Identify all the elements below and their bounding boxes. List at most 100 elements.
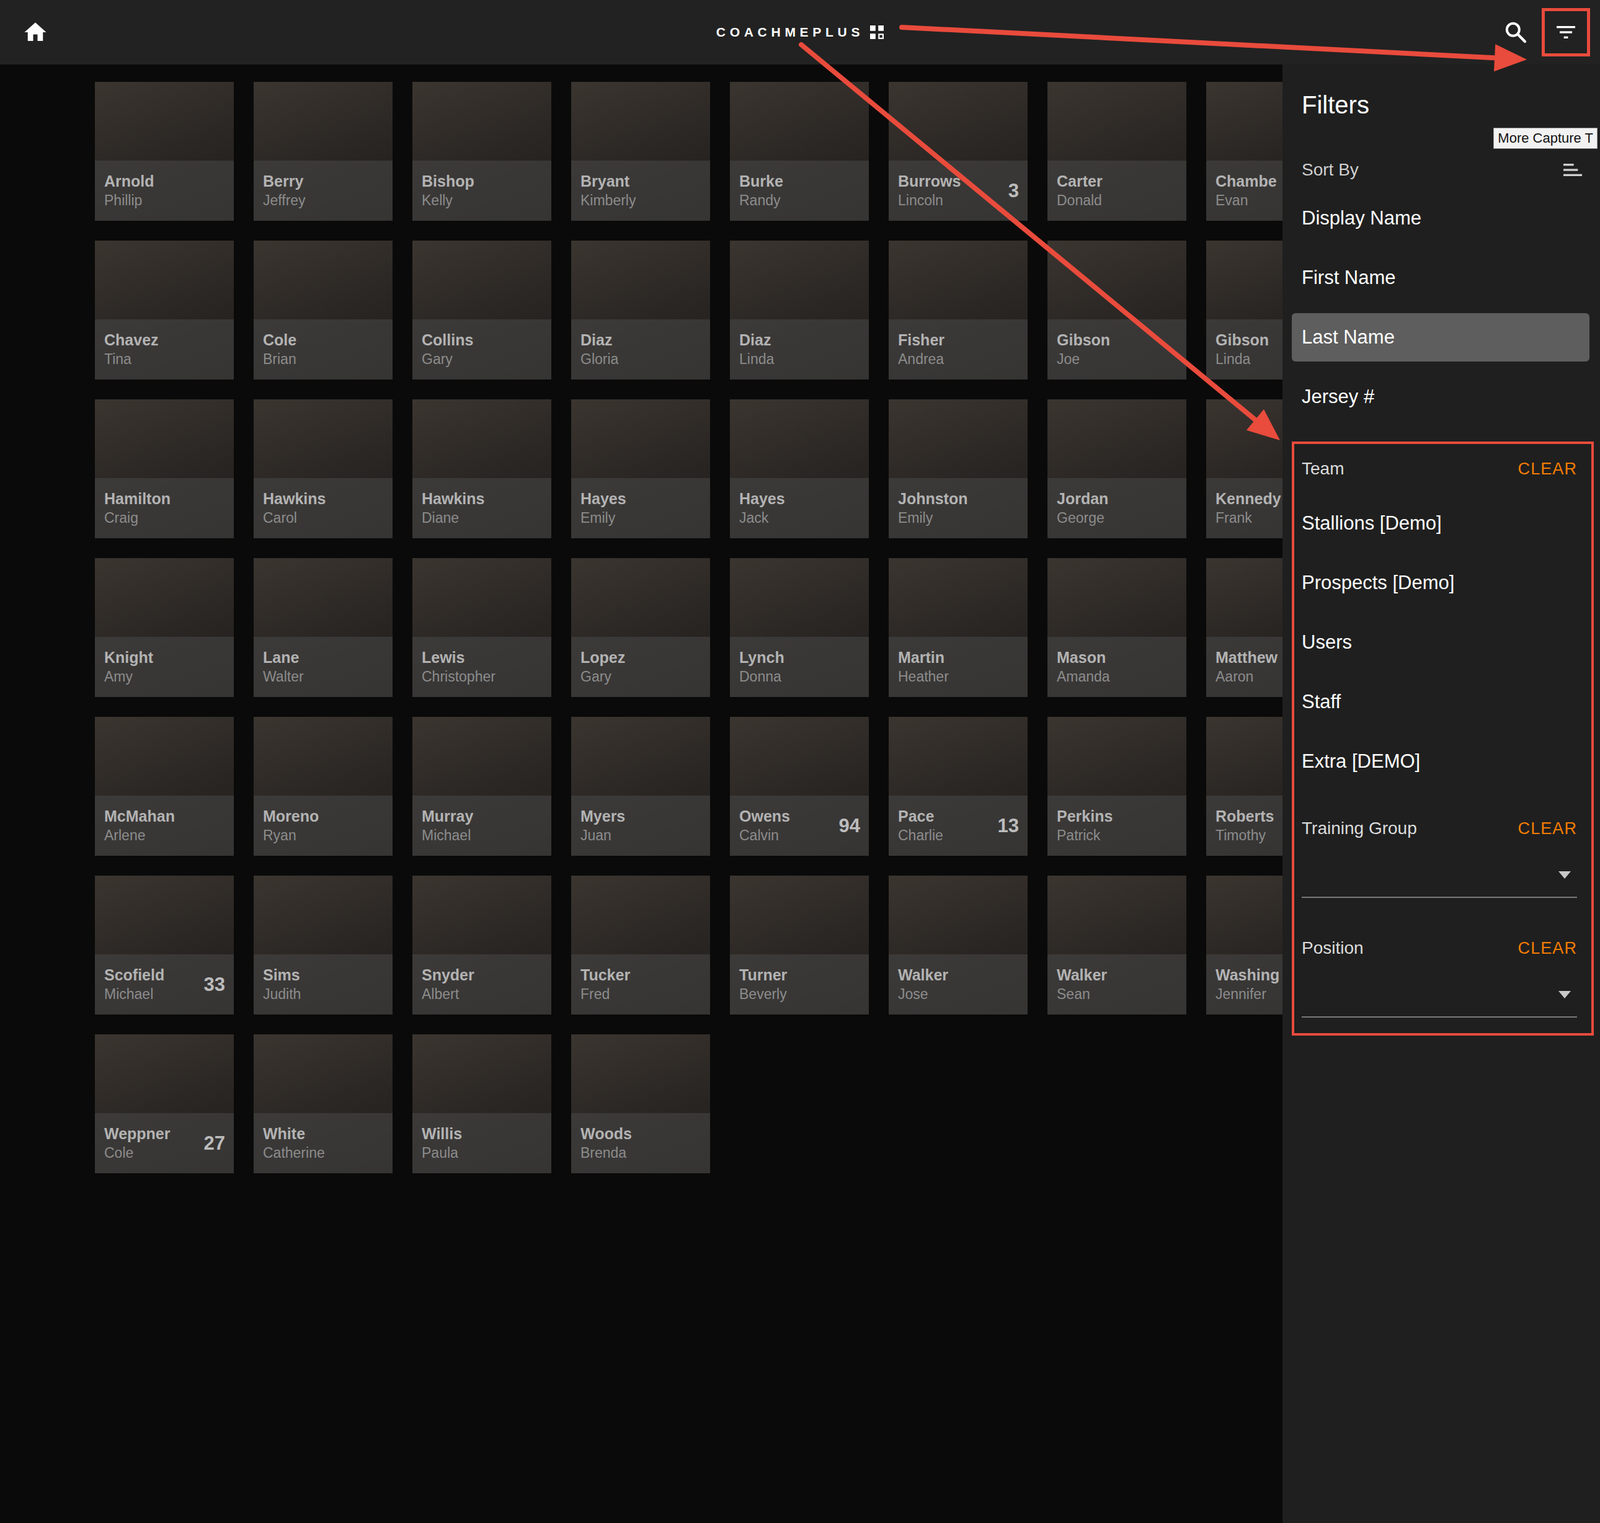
jersey-number: 27 <box>204 1132 226 1155</box>
athlete-card[interactable]: WashingJennifer <box>1206 875 1283 1015</box>
athlete-card[interactable]: MartinHeather <box>888 558 1028 698</box>
name-band: JohnstonEmily <box>888 478 1028 539</box>
home-icon[interactable] <box>22 19 49 46</box>
athlete-card[interactable]: WeppnerCole27 <box>94 1034 234 1174</box>
athlete-card[interactable]: MorenoRyan <box>253 716 393 856</box>
athlete-card[interactable]: PerkinsPatrick <box>1047 716 1187 856</box>
athlete-card[interactable]: KennedyFrank <box>1206 399 1283 539</box>
athlete-card[interactable]: ColeBrian <box>253 240 393 380</box>
athlete-card[interactable]: CarterDonald <box>1047 81 1187 221</box>
first-name: Charlie <box>897 826 944 846</box>
athlete-card[interactable]: HayesJack <box>729 399 869 539</box>
athlete-card[interactable]: BerryJeffrey <box>253 81 393 221</box>
athlete-card[interactable]: OwensCalvin94 <box>729 716 869 856</box>
athlete-card[interactable]: LopezGary <box>571 558 711 698</box>
sort-option-highlight[interactable]: Jersey # <box>1291 372 1590 422</box>
dropdown-caret-icon <box>1558 991 1571 999</box>
athlete-card[interactable]: SimsJudith <box>253 875 393 1015</box>
app-logo: COACHMEPLUS <box>716 24 884 40</box>
sort-option-highlight[interactable]: Last Name <box>1291 313 1590 362</box>
name-band: RobertsTimothy <box>1206 795 1283 856</box>
last-name: Perkins <box>1056 806 1113 827</box>
first-name: Jennifer <box>1215 985 1274 1005</box>
filter-button[interactable] <box>1541 8 1591 57</box>
athlete-card[interactable]: SnyderAlbert <box>412 875 552 1015</box>
athlete-card[interactable]: WillisPaula <box>412 1034 552 1174</box>
athlete-card[interactable]: JohnstonEmily <box>888 399 1028 539</box>
first-name: Linda <box>739 350 774 369</box>
last-name: Fisher <box>897 329 945 351</box>
athlete-card[interactable]: LynchDonna <box>729 558 869 698</box>
name-band: CarterDonald <box>1047 160 1187 221</box>
athlete-card[interactable]: WalkerJose <box>888 875 1028 1015</box>
sort-option[interactable]: First Name <box>1282 248 1600 308</box>
athlete-card[interactable]: FisherAndrea <box>888 240 1028 380</box>
athlete-card[interactable]: McMahanArlene <box>94 716 234 856</box>
athlete-card[interactable]: RobertsTimothy <box>1206 716 1283 856</box>
team-option[interactable]: Stallions [Demo] <box>1301 493 1578 554</box>
athlete-card[interactable]: BryantKimberly <box>571 81 711 221</box>
team-clear-button[interactable]: CLEAR <box>1518 459 1578 479</box>
athlete-card[interactable]: MasonAmanda <box>1047 558 1187 698</box>
athlete-card[interactable]: HawkinsCarol <box>253 399 393 539</box>
sort-option[interactable]: Display Name <box>1282 188 1600 249</box>
team-option[interactable]: Staff <box>1301 672 1578 732</box>
team-option[interactable]: Users <box>1301 612 1578 673</box>
athlete-card[interactable]: BurkeRandy <box>729 81 869 221</box>
athlete-card[interactable]: MyersJuan <box>571 716 711 856</box>
athlete-card[interactable]: LaneWalter <box>253 558 393 698</box>
sort-option-highlight[interactable]: First Name <box>1291 253 1590 303</box>
athlete-card[interactable]: HamiltonCraig <box>94 399 234 539</box>
position-dropdown[interactable] <box>1301 973 1578 1018</box>
position-clear-button[interactable]: CLEAR <box>1518 938 1578 959</box>
sort-label: Sort By <box>1301 160 1359 180</box>
last-name: Collins <box>421 329 474 351</box>
athlete-card[interactable]: TurnerBeverly <box>729 875 869 1015</box>
athlete-card[interactable]: BishopKelly <box>412 81 552 221</box>
first-name: Aaron <box>1215 667 1274 687</box>
first-name: Fred <box>580 985 631 1005</box>
last-name: Burke <box>739 171 784 192</box>
athlete-card[interactable]: ChambeEvan <box>1206 81 1283 221</box>
athlete-card[interactable]: WoodsBrenda <box>571 1034 711 1174</box>
athlete-card[interactable]: DiazGloria <box>571 240 711 380</box>
athlete-card[interactable]: WalkerSean <box>1047 875 1187 1015</box>
team-option[interactable]: Extra [DEMO] <box>1301 731 1578 792</box>
last-name: Myers <box>580 806 626 827</box>
athlete-card[interactable]: DiazLinda <box>729 240 869 380</box>
training-group-dropdown[interactable] <box>1301 853 1578 898</box>
name-band: WeppnerCole27 <box>94 1113 234 1174</box>
jersey-number: 33 <box>204 973 226 996</box>
athlete-card[interactable]: TuckerFred <box>571 875 711 1015</box>
training-group-label: Training Group <box>1301 818 1418 839</box>
team-option-label: Users <box>1301 631 1352 654</box>
athlete-card[interactable]: HawkinsDiane <box>412 399 552 539</box>
athlete-card[interactable]: KnightAmy <box>94 558 234 698</box>
athlete-card[interactable]: CollinsGary <box>412 240 552 380</box>
search-icon[interactable] <box>1503 19 1529 45</box>
athlete-card[interactable]: MurrayMichael <box>412 716 552 856</box>
athlete-card[interactable]: WhiteCatherine <box>253 1034 393 1174</box>
first-name: Brenda <box>580 1144 632 1163</box>
sort-option-highlight[interactable]: Display Name <box>1291 194 1590 243</box>
athlete-card[interactable]: ScofieldMichael33 <box>94 875 234 1015</box>
athlete-card[interactable]: JordanGeorge <box>1047 399 1187 539</box>
training-group-clear-button[interactable]: CLEAR <box>1518 819 1578 839</box>
athlete-card[interactable]: HayesEmily <box>571 399 711 539</box>
first-name: Randy <box>739 191 784 211</box>
last-name: Bishop <box>421 171 475 192</box>
sort-option[interactable]: Last Name <box>1282 307 1600 368</box>
athlete-card[interactable]: GibsonLinda <box>1206 240 1283 380</box>
athlete-card[interactable]: GibsonJoe <box>1047 240 1187 380</box>
athlete-card[interactable]: BurrowsLincoln3 <box>888 81 1028 221</box>
sort-icon[interactable] <box>1560 157 1586 183</box>
athlete-card[interactable]: LewisChristopher <box>412 558 552 698</box>
athlete-card[interactable]: PaceCharlie13 <box>888 716 1028 856</box>
athlete-card[interactable]: ChavezTina <box>94 240 234 380</box>
sort-option[interactable]: Jersey # <box>1282 367 1600 427</box>
first-name: Heather <box>897 667 949 687</box>
athlete-card[interactable]: ArnoldPhillip <box>94 81 234 221</box>
athlete-card[interactable]: MatthewAaron <box>1206 558 1283 698</box>
team-option[interactable]: Prospects [Demo] <box>1301 553 1578 613</box>
last-name: Gibson <box>1215 329 1269 351</box>
